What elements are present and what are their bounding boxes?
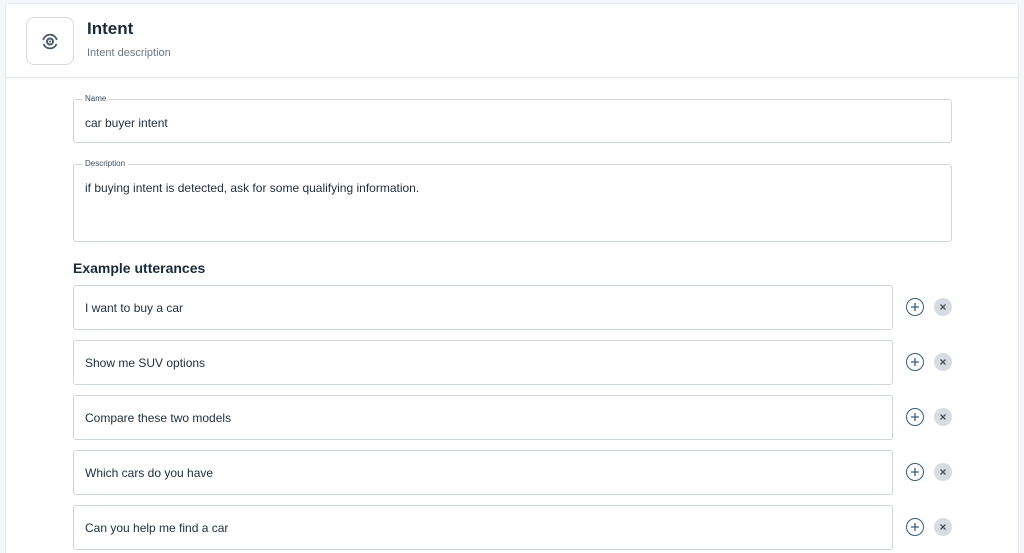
remove-utterance-button[interactable]: [934, 353, 952, 371]
name-field[interactable]: Name car buyer intent: [73, 94, 952, 143]
add-utterance-button[interactable]: [906, 518, 924, 536]
utterance-row: I want to buy a car: [73, 285, 953, 330]
page-subtitle: Intent description: [87, 47, 171, 59]
plus-circle-icon: [911, 413, 919, 421]
utterance-text: Which cars do you have: [85, 466, 214, 480]
description-field-value[interactable]: if buying intent is detected, ask for so…: [85, 181, 419, 195]
intent-panel: Intent Intent description Name car buyer…: [5, 3, 1019, 553]
utterance-text: I want to buy a car: [85, 301, 184, 315]
remove-utterance-button[interactable]: [934, 298, 952, 316]
remove-utterance-button[interactable]: [934, 518, 952, 536]
name-field-value[interactable]: car buyer intent: [85, 116, 168, 130]
name-field-label: Name: [82, 94, 110, 104]
plus-circle-icon: [911, 358, 919, 366]
add-utterance-button[interactable]: [906, 298, 924, 316]
utterance-row: Show me SUV options: [73, 340, 953, 385]
description-field-label: Description: [82, 159, 129, 169]
utterance-input[interactable]: Which cars do you have: [73, 450, 893, 495]
add-utterance-button[interactable]: [906, 463, 924, 481]
add-utterance-button[interactable]: [906, 408, 924, 426]
remove-utterance-button[interactable]: [934, 463, 952, 481]
utterance-input[interactable]: Compare these two models: [73, 395, 893, 440]
description-field[interactable]: Description if buying intent is detected…: [73, 159, 952, 242]
example-utterances-heading: Example utterances: [73, 260, 206, 276]
close-circle-icon: [940, 414, 946, 420]
intent-target-icon: [26, 17, 74, 65]
utterance-input[interactable]: Show me SUV options: [73, 340, 893, 385]
utterance-input[interactable]: I want to buy a car: [73, 285, 893, 330]
add-utterance-button[interactable]: [906, 353, 924, 371]
close-circle-icon: [940, 359, 946, 365]
page-title: Intent: [87, 19, 134, 38]
remove-utterance-button[interactable]: [934, 408, 952, 426]
plus-circle-icon: [911, 468, 919, 476]
close-circle-icon: [940, 524, 946, 530]
utterance-row: Compare these two models: [73, 395, 953, 440]
plus-circle-icon: [911, 523, 919, 531]
panel-header: Intent Intent description: [6, 4, 1018, 78]
utterance-text: Show me SUV options: [85, 356, 206, 370]
utterance-text: Can you help me find a car: [85, 521, 229, 535]
utterance-row: Can you help me find a car: [73, 505, 953, 550]
plus-circle-icon: [911, 303, 919, 311]
utterance-input[interactable]: Can you help me find a car: [73, 505, 893, 550]
close-circle-icon: [940, 304, 946, 310]
utterance-text: Compare these two models: [85, 411, 232, 425]
close-circle-icon: [940, 469, 946, 475]
utterance-row: Which cars do you have: [73, 450, 953, 495]
